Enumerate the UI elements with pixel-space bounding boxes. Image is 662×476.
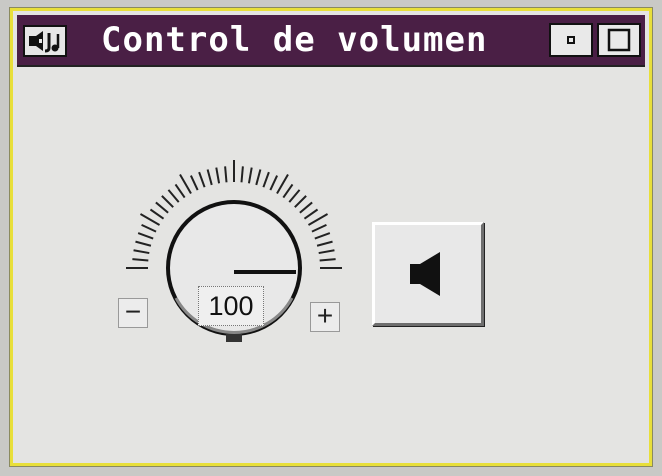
scale-tick [307,213,329,226]
scale-tick [318,249,335,255]
volume-value: 100 [198,286,264,326]
scale-tick [206,169,213,186]
scale-tick [294,195,307,208]
system-menu-button[interactable] [23,25,67,57]
window-title: Control de volumen [101,20,488,60]
scale-tick [303,208,319,220]
scale-tick [299,201,313,214]
maximize-button[interactable] [597,23,641,57]
title-bar[interactable]: Control de volumen [17,15,645,67]
volume-increase-button[interactable]: + [310,302,340,332]
scale-tick [316,240,333,247]
scale-tick [255,169,262,186]
scale-tick [141,223,157,233]
scale-tick [137,232,154,240]
scale-tick [149,208,165,220]
mute-button[interactable] [372,222,484,326]
scale-tick [132,258,149,262]
minimize-icon [567,36,575,44]
scale-tick [288,189,301,203]
scale-tick [276,173,289,195]
speaker-icon [410,252,440,296]
scale-tick [247,167,253,184]
scale-tick [311,223,327,233]
scale-tick [135,240,152,247]
volume-decrease-button[interactable]: − [118,298,148,328]
scale-tick [155,201,169,214]
scale-tick [314,232,331,240]
scale-tick [215,167,221,184]
speaker-app-icon [29,31,60,53]
maximize-icon [607,28,631,52]
scale-tick [189,175,199,191]
scale-tick [179,173,192,195]
scale-tick [139,213,161,226]
scale-tick [174,183,186,199]
minimize-button[interactable] [549,23,593,57]
scale-tick [161,195,174,208]
scale-tick [198,171,206,188]
scale-tick [133,249,150,255]
scale-tick [319,258,336,262]
scale-tick [262,171,270,188]
scale-tick [282,183,294,199]
scale-tick [224,166,228,183]
scale-tick [167,189,180,203]
scale-tick [240,166,244,183]
scale-tick [269,175,279,191]
knob-foot [226,334,242,342]
